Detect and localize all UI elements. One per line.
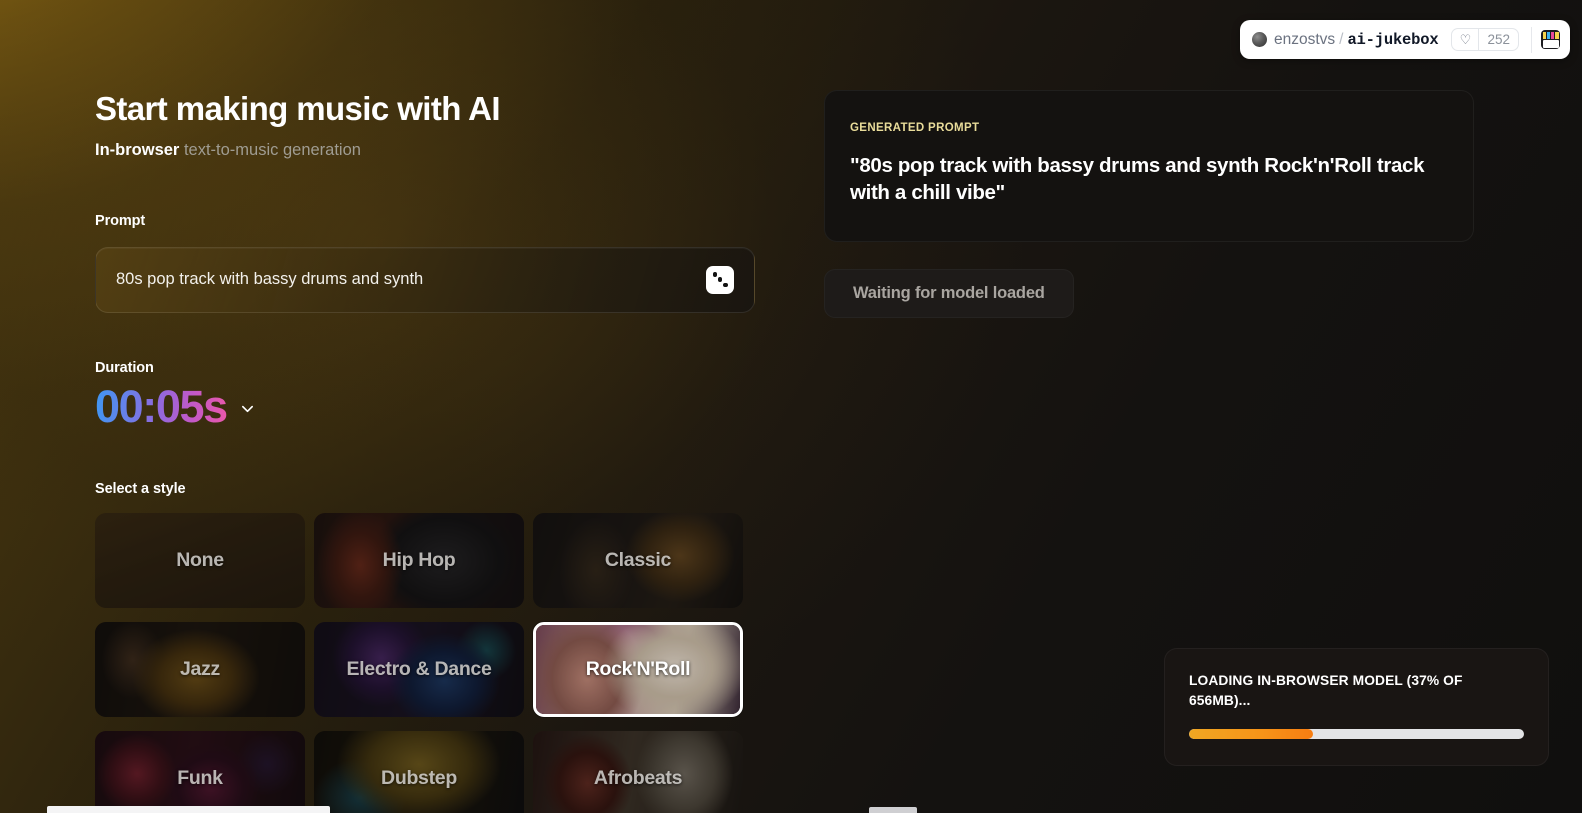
right-panel: GENERATED PROMPT "80s pop track with bas… (824, 90, 1474, 318)
style-tile-funk[interactable]: Funk (95, 730, 305, 813)
prompt-input-wrapper[interactable] (95, 246, 755, 313)
style-tile-label: None (176, 548, 224, 571)
style-tile-classic[interactable]: Classic (533, 512, 743, 608)
generated-prompt-card: GENERATED PROMPT "80s pop track with bas… (824, 90, 1474, 242)
subtitle-strong: In-browser (95, 140, 180, 159)
chevron-down-icon[interactable] (240, 401, 255, 416)
style-tile-afrobeats[interactable]: Afrobeats (533, 730, 743, 813)
repo-space-name[interactable]: ai-jukebox (1347, 31, 1438, 49)
generated-prompt-text: "80s pop track with bassy drums and synt… (850, 154, 1425, 205)
bottom-overlay-sliver-left (47, 806, 330, 813)
style-tile-label: Classic (604, 548, 672, 571)
style-tile-label: Hip Hop (382, 548, 456, 571)
loading-progress-track (1189, 729, 1524, 739)
style-tile-label: Funk (177, 766, 223, 789)
style-tile-label: Electro & Dance (346, 657, 492, 680)
style-tile-hip-hop[interactable]: Hip Hop (314, 512, 524, 608)
duration-value: 00:05s (95, 380, 228, 432)
app-root: enzostvs / ai-jukebox ♡ 252 Start making… (0, 0, 1582, 813)
style-grid: None Hip Hop Classic Jazz Electro & Dance Roc… (95, 512, 745, 813)
page-subtitle: In-browser text-to-music generation (95, 141, 755, 161)
like-count: 252 (1487, 32, 1510, 47)
hf-spaces-icon[interactable] (1541, 30, 1560, 49)
duration-label: Duration (95, 359, 154, 376)
page-title: Start making music with AI (95, 90, 501, 127)
loading-progress-fill (1189, 729, 1313, 739)
style-tile-none[interactable]: None (95, 512, 305, 608)
prompt-label: Prompt (95, 212, 146, 229)
left-panel: Start making music with AI In-browser te… (95, 90, 755, 813)
generated-prompt-label: GENERATED PROMPT (850, 122, 980, 134)
style-tile-label: Dubstep (381, 766, 457, 789)
generate-button[interactable]: Waiting for model loaded (824, 268, 1074, 318)
prompt-input[interactable] (116, 270, 706, 290)
style-tile-label: Jazz (180, 657, 220, 680)
style-tile-electro-dance[interactable]: Electro & Dance (314, 621, 524, 717)
style-section-label: Select a style (95, 480, 186, 497)
repo-owner-name[interactable]: enzostvs (1274, 31, 1335, 49)
repo-badge[interactable]: enzostvs / ai-jukebox ♡ 252 (1239, 20, 1570, 59)
style-tile-rock-n-roll[interactable]: Rock'N'Roll (533, 621, 743, 717)
loading-toast: LOADING IN-BROWSER MODEL (37% OF 656MB).… (1164, 648, 1549, 766)
repo-path-separator: / (1339, 30, 1344, 48)
subtitle-muted: text-to-music generation (183, 140, 361, 159)
bottom-overlay-sliver-right (869, 807, 917, 813)
repo-owner-avatar (1251, 32, 1267, 47)
style-tile-jazz[interactable]: Jazz (95, 621, 305, 717)
badge-divider (1531, 26, 1532, 53)
duration-selector[interactable]: 00:05s (95, 384, 755, 429)
style-tile-label: Afrobeats (593, 766, 683, 789)
heart-icon: ♡ (1452, 29, 1480, 50)
like-button[interactable]: ♡ 252 (1451, 28, 1519, 51)
loading-toast-text: LOADING IN-BROWSER MODEL (37% OF 656MB).… (1189, 673, 1463, 708)
dice-icon[interactable] (706, 265, 734, 294)
style-tile-dubstep[interactable]: Dubstep (314, 730, 524, 813)
style-tile-label: Rock'N'Roll (585, 657, 691, 680)
